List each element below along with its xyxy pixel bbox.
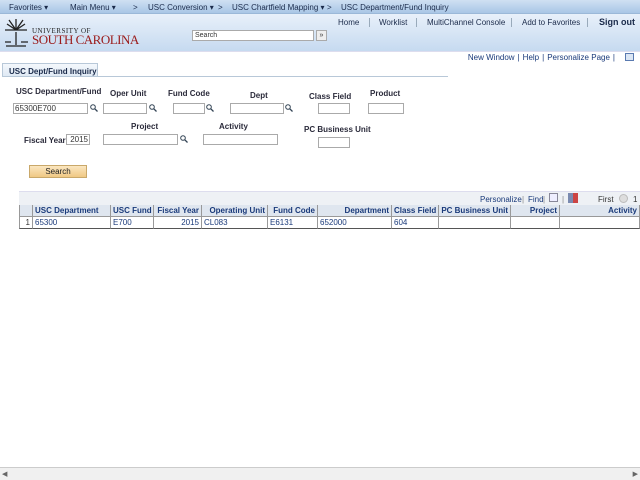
breadcrumb-sep: > [327, 3, 332, 12]
top-nav-bar: Favorites ▾ Main Menu ▾ > USC Conversion… [0, 0, 640, 14]
lookup-icon[interactable] [149, 104, 157, 112]
oper-unit-input[interactable] [103, 103, 147, 114]
breadcrumb-chartfield-mapping[interactable]: USC Chartfield Mapping ▾ [232, 3, 325, 12]
breadcrumb-sep: > [133, 3, 138, 12]
table-cell: CL083 [202, 217, 268, 229]
search-input[interactable]: Search [192, 30, 314, 41]
main-menu[interactable]: Main Menu ▾ [70, 3, 116, 12]
previous-icon[interactable] [619, 194, 628, 203]
first-label: First [598, 195, 614, 204]
column-header[interactable]: Operating Unit [202, 205, 268, 217]
page-number: 1 [633, 195, 638, 204]
add-to-favorites-link[interactable]: Add to Favorites [522, 18, 580, 27]
lookup-icon[interactable] [285, 104, 293, 112]
dept-fund-label: USC Department/Fund [16, 87, 102, 96]
tab-usc-dept-fund-inquiry[interactable]: USC Dept/Fund Inquiry [2, 63, 98, 76]
fund-code-input[interactable] [173, 103, 205, 114]
activity-label: Activity [219, 122, 248, 131]
table-cell: 2015 [154, 217, 202, 229]
table-cell: E700 [111, 217, 154, 229]
pc-business-unit-input[interactable] [318, 137, 350, 148]
breadcrumb-usc-conversion[interactable]: USC Conversion ▾ [148, 3, 214, 12]
fiscal-year-label: Fiscal Year [24, 136, 66, 145]
multichannel-console-link[interactable]: MultiChannel Console [427, 18, 505, 27]
horizontal-scrollbar[interactable]: ◀ ▶ [0, 467, 640, 480]
lookup-icon[interactable] [180, 135, 188, 143]
grid-toolbar: Personalize | Find | | First 1 [19, 191, 640, 205]
logo-text-bottom: SOUTH CAROLINA [32, 32, 139, 47]
search-button[interactable]: Search [29, 165, 87, 178]
page-links: New Window | Help | Personalize Page | [467, 53, 615, 62]
table-cell [511, 217, 560, 229]
dept-input[interactable] [230, 103, 284, 114]
row-number: 1 [19, 217, 33, 229]
favorites-menu[interactable]: Favorites ▾ [9, 3, 48, 12]
palmetto-logo-icon [5, 19, 28, 47]
table-cell [560, 217, 640, 229]
download-icon[interactable] [568, 193, 578, 203]
lookup-icon[interactable] [206, 104, 214, 112]
column-header[interactable]: USC Fund [111, 205, 154, 217]
table-cell: 652000 [318, 217, 392, 229]
personalize-page-link[interactable]: Personalize Page [547, 53, 610, 62]
help-link[interactable]: Help [523, 53, 539, 62]
breadcrumb-sep: > [218, 3, 223, 12]
column-header[interactable]: Department [318, 205, 392, 217]
fund-code-label: Fund Code [168, 89, 210, 98]
column-header-rownum [19, 205, 33, 217]
grid-icon[interactable] [625, 53, 634, 61]
table-cell: 604 [392, 217, 439, 229]
product-input[interactable] [368, 103, 404, 114]
scroll-left-icon[interactable]: ◀ [2, 470, 7, 478]
fiscal-year-input[interactable]: 2015 [66, 134, 90, 145]
personalize-link[interactable]: Personalize [480, 195, 522, 204]
column-header[interactable]: Class Field [392, 205, 439, 217]
pc-business-unit-label: PC Business Unit [304, 125, 371, 134]
table-cell [439, 217, 511, 229]
column-header[interactable]: Fiscal Year [154, 205, 202, 217]
scroll-right-icon[interactable]: ▶ [633, 470, 638, 478]
worklist-link[interactable]: Worklist [379, 18, 407, 27]
activity-input[interactable] [203, 134, 278, 145]
table-cell: E6131 [268, 217, 318, 229]
oper-unit-label: Oper Unit [110, 89, 147, 98]
lookup-icon[interactable] [90, 104, 98, 112]
project-label: Project [131, 122, 159, 131]
column-header[interactable]: USC Department [33, 205, 111, 217]
search-go-button[interactable]: » [316, 30, 327, 41]
product-label: Product [370, 89, 401, 98]
class-field-label: Class Field [309, 92, 352, 101]
column-header[interactable]: Activity [560, 205, 640, 217]
sign-out-link[interactable]: Sign out [599, 17, 635, 27]
class-field-input[interactable] [318, 103, 350, 114]
find-link[interactable]: Find [528, 195, 544, 204]
view-all-icon[interactable] [549, 193, 558, 202]
column-header[interactable]: PC Business Unit [439, 205, 511, 217]
table-cell: 65300 [33, 217, 111, 229]
column-header[interactable]: Fund Code [268, 205, 318, 217]
dept-label: Dept [250, 91, 268, 100]
breadcrumb-current: USC Department/Fund Inquiry [341, 3, 449, 12]
home-link[interactable]: Home [338, 18, 359, 27]
new-window-link[interactable]: New Window [468, 53, 515, 62]
project-input[interactable] [103, 134, 178, 145]
dept-fund-input[interactable]: 65300E700 [13, 103, 88, 114]
column-header[interactable]: Project [511, 205, 560, 217]
